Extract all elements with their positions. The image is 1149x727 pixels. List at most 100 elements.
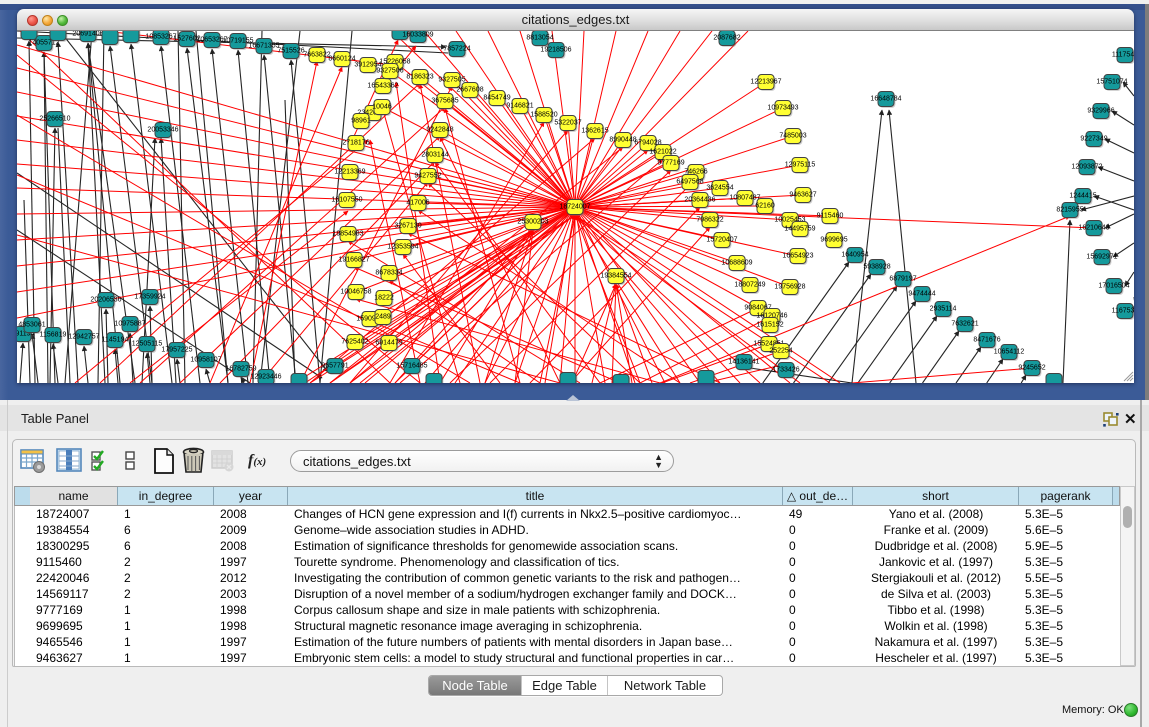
svg-text:20053346: 20053346 xyxy=(147,127,178,134)
svg-text:17957225: 17957225 xyxy=(161,347,192,354)
svg-text:7625402: 7625402 xyxy=(341,339,368,346)
svg-text:20691406: 20691406 xyxy=(72,31,103,38)
svg-text:19756928: 19756928 xyxy=(774,284,805,291)
svg-text:12093872: 12093872 xyxy=(1071,164,1102,171)
svg-text:19384554: 19384554 xyxy=(600,273,631,280)
svg-text:14136141: 14136141 xyxy=(728,359,759,366)
svg-text:1733426: 1733426 xyxy=(772,367,799,374)
svg-text:10853267: 10853267 xyxy=(145,34,176,41)
svg-text:19854983: 19854983 xyxy=(332,231,363,238)
svg-text:9227349: 9227349 xyxy=(1080,136,1107,143)
svg-text:2935114: 2935114 xyxy=(930,306,957,313)
svg-text:98961: 98961 xyxy=(351,118,371,125)
svg-text:9327505: 9327505 xyxy=(438,77,465,84)
svg-text:17359924: 17359924 xyxy=(134,294,165,301)
svg-text:2667608: 2667608 xyxy=(456,87,483,94)
svg-text:1244415: 1244415 xyxy=(1069,193,1096,200)
svg-text:16671355: 16671355 xyxy=(248,43,279,50)
svg-text:15692971: 15692971 xyxy=(1086,254,1117,261)
svg-text:3267130: 3267130 xyxy=(394,223,421,230)
svg-text:417006: 417006 xyxy=(406,200,429,207)
svg-text:6879197: 6879197 xyxy=(889,276,916,283)
svg-text:9115460: 9115460 xyxy=(817,213,844,220)
svg-text:6497568: 6497568 xyxy=(676,179,703,186)
svg-text:2087682: 2087682 xyxy=(713,35,740,42)
svg-text:1156819: 1156819 xyxy=(40,332,67,339)
svg-text:7515526: 7515526 xyxy=(277,48,304,55)
svg-text:1362615: 1362615 xyxy=(581,128,608,135)
svg-text:20364436: 20364436 xyxy=(684,197,715,204)
svg-text:15751074: 15751074 xyxy=(1096,79,1127,86)
svg-text:1615152: 1615152 xyxy=(756,322,783,329)
svg-text:25266510: 25266510 xyxy=(39,116,70,123)
svg-text:1117549: 1117549 xyxy=(1112,52,1134,59)
svg-text:10688609: 10688609 xyxy=(721,260,752,267)
svg-text:8186323: 8186323 xyxy=(406,74,433,81)
svg-text:9463627: 9463627 xyxy=(789,192,816,199)
svg-text:1588520: 1588520 xyxy=(530,112,557,119)
svg-text:5938928: 5938928 xyxy=(863,264,890,271)
svg-text:7986322: 7986322 xyxy=(696,217,723,224)
svg-text:18724007: 18724007 xyxy=(559,204,590,211)
svg-text:8990448: 8990448 xyxy=(609,137,636,144)
svg-text:10046: 10046 xyxy=(372,104,392,111)
svg-text:9699695: 9699695 xyxy=(820,237,847,244)
svg-text:8678334: 8678334 xyxy=(375,270,402,277)
svg-text:16210643: 16210643 xyxy=(1078,225,1109,232)
svg-text:17016504: 17016504 xyxy=(1098,283,1129,290)
svg-text:2803144: 2803144 xyxy=(421,152,448,159)
svg-text:10958107: 10958107 xyxy=(190,357,221,364)
svg-text:15720407: 15720407 xyxy=(706,237,737,244)
svg-text:9474444: 9474444 xyxy=(908,291,935,298)
svg-text:12213369: 12213369 xyxy=(334,169,365,176)
svg-text:25300203: 25300203 xyxy=(517,219,548,226)
svg-text:3624554: 3624554 xyxy=(706,185,733,192)
svg-text:7663822: 7663822 xyxy=(303,52,330,59)
svg-text:18222: 18222 xyxy=(374,295,394,302)
svg-text:6914479: 6914479 xyxy=(375,340,402,347)
svg-text:10973493: 10973493 xyxy=(767,105,798,112)
svg-text:19218506: 19218506 xyxy=(540,47,571,54)
svg-text:5322037: 5322037 xyxy=(554,120,581,127)
svg-text:9327506: 9327506 xyxy=(376,68,403,75)
svg-text:20206536: 20206536 xyxy=(90,297,121,304)
svg-text:16543362: 16543362 xyxy=(367,83,398,90)
svg-text:16107550: 16107550 xyxy=(331,197,362,204)
svg-text:16782759: 16782759 xyxy=(225,366,256,373)
svg-text:3675685: 3675685 xyxy=(431,98,458,105)
svg-text:18807249: 18807249 xyxy=(734,282,765,289)
svg-text:62160: 62160 xyxy=(755,203,775,210)
svg-text:10654112: 10654112 xyxy=(994,349,1025,356)
svg-text:7857224: 7857224 xyxy=(443,46,470,53)
svg-text:9427552: 9427552 xyxy=(414,173,441,180)
svg-text:2718176: 2718176 xyxy=(342,140,369,147)
svg-text:12505115: 12505115 xyxy=(132,341,163,348)
svg-text:12353594: 12353594 xyxy=(387,244,418,251)
svg-text:9146821: 9146821 xyxy=(506,103,533,110)
svg-text:12942757: 12942757 xyxy=(68,334,99,341)
svg-text:9242848: 9242848 xyxy=(426,127,453,134)
svg-text:252254: 252254 xyxy=(769,348,792,355)
svg-text:15716485: 15716485 xyxy=(396,363,427,370)
svg-text:12923446: 12923446 xyxy=(250,374,281,381)
svg-text:8660124: 8660124 xyxy=(328,56,355,63)
svg-text:14495759: 14495759 xyxy=(784,226,815,233)
svg-text:7632621: 7632621 xyxy=(951,321,978,328)
svg-text:7485003: 7485003 xyxy=(779,133,806,140)
svg-text:10046758: 10046758 xyxy=(340,289,371,296)
svg-text:16654923: 16654923 xyxy=(782,253,813,260)
svg-text:1167533: 1167533 xyxy=(1112,308,1134,315)
svg-text:12975115: 12975115 xyxy=(785,162,816,169)
svg-text:9329966: 9329966 xyxy=(1087,108,1114,115)
svg-text:16033809: 16033809 xyxy=(402,32,433,39)
svg-text:9245652: 9245652 xyxy=(1018,365,1045,372)
svg-text:10975887: 10975887 xyxy=(114,321,145,328)
svg-text:9657791: 9657791 xyxy=(321,363,348,370)
svg-text:1621022: 1621022 xyxy=(649,149,676,156)
svg-text:8454749: 8454749 xyxy=(483,95,510,102)
svg-text:8471676: 8471676 xyxy=(973,337,1000,344)
svg-text:8813054: 8813054 xyxy=(526,35,553,42)
svg-text:19166827: 19166827 xyxy=(338,257,369,264)
svg-text:9777169: 9777169 xyxy=(657,160,684,167)
svg-text:16648784: 16648784 xyxy=(870,96,901,103)
